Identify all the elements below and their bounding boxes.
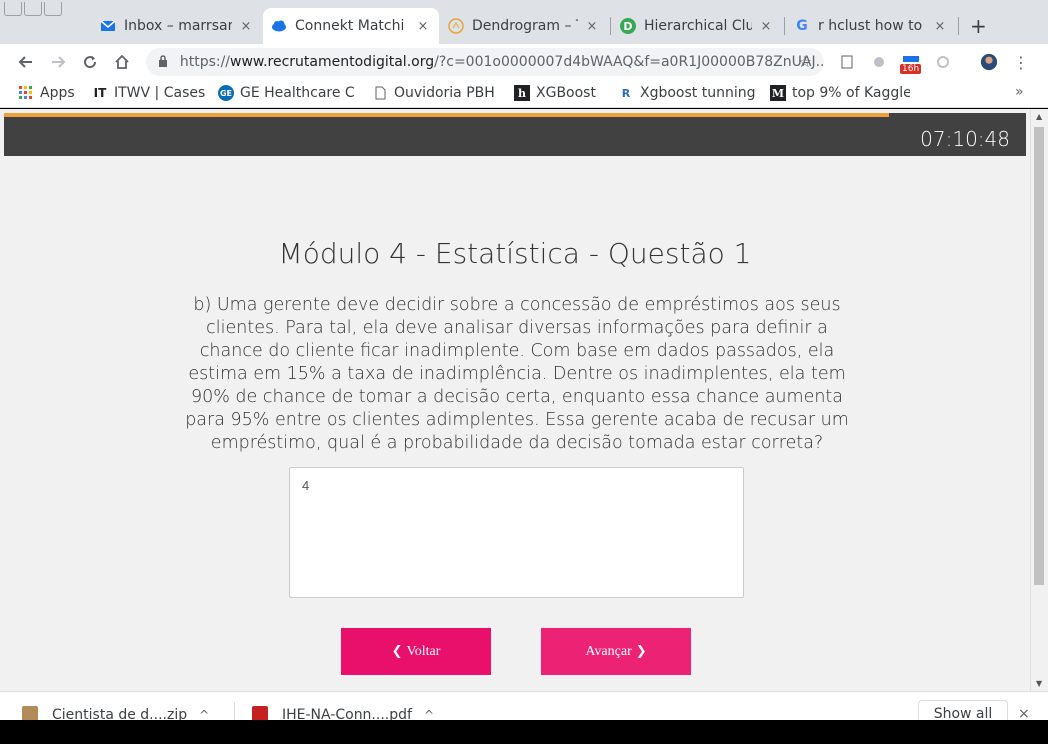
- new-tab-button[interactable]: +: [970, 14, 987, 38]
- screen-bottom-edge: [0, 720, 1048, 744]
- page-icon: [372, 85, 388, 101]
- extension-badge: 16h: [900, 64, 922, 74]
- close-tab-icon[interactable]: ×: [584, 19, 600, 34]
- lock-icon: [158, 54, 170, 70]
- chevron-right-icon: ❯: [635, 644, 647, 659]
- profile-avatar[interactable]: [980, 53, 998, 71]
- bookmark-label: top 9% of Kaggle: [792, 85, 910, 101]
- ge-logo-icon: GE: [218, 85, 234, 101]
- bookmark-itwv[interactable]: IT ITWV | Cases: [92, 85, 206, 101]
- progress-bar: [4, 113, 890, 117]
- tab-hclust[interactable]: G r hclust how to ×: [786, 10, 956, 42]
- tab-hierarchical[interactable]: D Hierarchical Clu ×: [612, 10, 782, 42]
- bookmark-xgboost-tunning[interactable]: R Xgboost tunning: [618, 85, 758, 101]
- close-tab-icon[interactable]: ×: [758, 19, 774, 34]
- close-tab-icon[interactable]: ×: [932, 19, 948, 34]
- sync-extension-icon[interactable]: [934, 53, 952, 71]
- bookmark-kaggle[interactable]: M top 9% of Kaggle: [770, 85, 910, 101]
- minimize-window-icon[interactable]: [24, 2, 42, 16]
- h-logo-icon: h: [514, 85, 530, 101]
- reload-icon[interactable]: [78, 50, 102, 74]
- question-title: Módulo 4 - Estatística - Questão 1: [278, 237, 752, 270]
- circle-extension-icon[interactable]: [870, 53, 888, 71]
- itwv-icon: IT: [93, 86, 107, 100]
- cloud-icon: [271, 18, 287, 34]
- tab-inbox[interactable]: Inbox – marrsan ×: [92, 10, 262, 42]
- address-bar[interactable]: https://www.recrutamentodigital.org/?c=0…: [146, 48, 824, 76]
- apps-grid-icon: [18, 85, 34, 101]
- r-logo-icon: R: [621, 86, 631, 100]
- tab-separator: [958, 17, 959, 35]
- menu-kebab-icon[interactable]: ⋮: [1012, 53, 1030, 72]
- page-scrollbar[interactable]: ▲ ▼: [1030, 109, 1048, 691]
- tab-dendrogram[interactable]: Dendrogram – T ×: [440, 10, 608, 42]
- chevron-left-icon: ❮: [391, 644, 403, 659]
- bookmarks-bar: Apps IT ITWV | Cases GE GE Healthcare C …: [0, 80, 1048, 108]
- dendrogram-icon: [448, 18, 464, 34]
- close-tab-icon[interactable]: ×: [238, 19, 254, 34]
- home-icon[interactable]: [110, 50, 134, 74]
- bookmark-xgboost[interactable]: h XGBoost: [514, 85, 596, 101]
- url-path: /?c=001o0000007d4bWAAQ&f=a0R1J00000B78Zn…: [434, 54, 824, 70]
- scroll-up-arrow-icon[interactable]: ▲: [1036, 112, 1042, 121]
- url-scheme: https://: [179, 54, 231, 70]
- page-header: 07:10:48: [4, 113, 1026, 156]
- bookmark-ouvidoria[interactable]: Ouvidoria PBH: [372, 85, 495, 101]
- next-button[interactable]: Avançar ❯: [541, 628, 691, 675]
- question-text: b) Uma gerente deve decidir sobre a conc…: [185, 295, 849, 453]
- maximize-window-icon[interactable]: [44, 2, 62, 16]
- close-window-icon[interactable]: [4, 2, 22, 16]
- close-tab-icon[interactable]: ×: [415, 19, 431, 34]
- bookmark-label: Ouvidoria PBH: [394, 85, 495, 101]
- bookmark-ge-healthcare[interactable]: GE GE Healthcare C: [218, 85, 358, 101]
- d-logo-icon: D: [620, 18, 636, 34]
- bookmark-label: Apps: [40, 85, 75, 101]
- scroll-thumb[interactable]: [1034, 127, 1044, 585]
- google-icon: G: [796, 18, 808, 34]
- bookmark-label: XGBoost: [536, 85, 596, 101]
- tab-title: Inbox – marrsan: [124, 18, 232, 34]
- browser-toolbar: https://www.recrutamentodigital.org/?c=0…: [0, 44, 1048, 80]
- scroll-down-arrow-icon[interactable]: ▼: [1036, 679, 1042, 688]
- back-button[interactable]: ❮ Voltar: [341, 628, 491, 675]
- url-host: www.recrutamentodigital.org: [230, 54, 435, 70]
- back-button-label: Voltar: [406, 643, 441, 659]
- bookmark-apps[interactable]: Apps: [18, 85, 75, 101]
- forward-arrow-icon[interactable]: [46, 50, 70, 74]
- page-extension-icon[interactable]: [838, 53, 856, 71]
- tab-connekt[interactable]: Connekt Matchi ×: [263, 8, 439, 44]
- bookmark-label: ITWV | Cases: [114, 85, 206, 101]
- tab-title: Hierarchical Clu: [644, 18, 752, 34]
- timer: 07:10:48: [920, 127, 1010, 151]
- answer-textarea[interactable]: 4: [289, 467, 744, 598]
- window-controls[interactable]: [4, 2, 62, 16]
- mail-icon: [100, 18, 116, 34]
- m-logo-icon: M: [770, 85, 786, 101]
- bookmark-label: Xgboost tunning: [640, 85, 756, 101]
- tab-separator: [784, 17, 785, 35]
- next-button-label: Avançar: [585, 643, 632, 659]
- tab-strip: Inbox – marrsan × Connekt Matchi × Dendr…: [0, 0, 1048, 44]
- bookmarks-overflow-button[interactable]: »: [1015, 84, 1024, 100]
- tab-title: Connekt Matchi: [295, 18, 405, 34]
- tab-separator: [610, 17, 611, 35]
- page-viewport: 07:10:48 Módulo 4 - Estatística - Questã…: [0, 109, 1030, 691]
- back-arrow-icon[interactable]: [14, 50, 38, 74]
- tab-title: r hclust how to: [818, 18, 923, 34]
- tab-title: Dendrogram – T: [472, 18, 578, 34]
- bookmark-star-icon[interactable]: ☆: [798, 52, 812, 71]
- bookmark-label: GE Healthcare C: [240, 85, 355, 101]
